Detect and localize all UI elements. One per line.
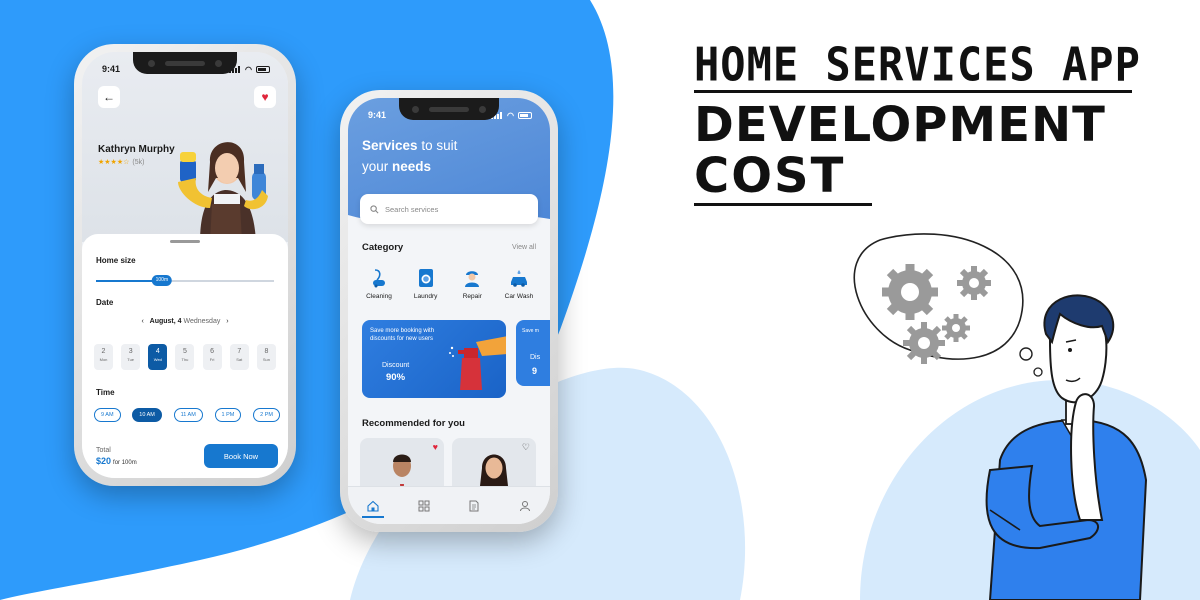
category-car-wash[interactable]: Car Wash [498,268,540,300]
booking-screen: 9:41 ◠ ← ♥ Kathryn Murphy ★★★★☆ (5k) Hom… [82,52,288,478]
time-chip-selected[interactable]: 10 AM [132,408,162,422]
day-picker: 2 Mon 3 Tue 4 Wed 5 Thu 6 Fri 7 Sat 8 Sun [94,344,276,370]
gear-icon [942,314,970,342]
time-chip[interactable]: 1 PM [214,408,242,422]
home-icon[interactable] [367,500,379,512]
bottom-tab-bar [348,486,550,524]
heading-line-1: HOME SERVICES APP [694,37,1141,92]
profile-icon[interactable] [519,500,531,512]
wifi-icon: ◠ [245,64,252,74]
time-picker: 9 AM 10 AM 11 AM 1 PM 2 PM [94,408,280,422]
booking-sheet: Home size 100m Date ‹ August, 4 Wednesda… [82,234,288,478]
thinking-man-illustration [853,233,1148,600]
promo-banner-secondary[interactable]: Save m Dis 9 [516,320,550,386]
cleaner-woman-photo [178,142,268,242]
gear-icon [882,264,938,320]
slider-thumb[interactable]: 100m [151,275,173,286]
day-chip[interactable]: 5 Thu [175,344,195,370]
washing-machine-icon [418,269,433,287]
wifi-icon: ◠ [507,110,514,120]
day-chip[interactable]: 3 Tue [121,344,141,370]
recommended-title: Recommended for you [362,418,465,429]
total-label: Total [96,447,111,454]
day-chip-selected[interactable]: 4 Wed [148,344,168,370]
heart-filled-icon[interactable]: ♥ [433,442,438,452]
date-label: Date [96,298,114,307]
day-chip[interactable]: 7 Sat [229,344,249,370]
category-repair[interactable]: Repair [451,268,493,300]
time-label: Time [96,388,115,397]
status-time: 9:41 [368,110,387,120]
phone-services-mockup: 9:41 ◠ Services to suit your needs Searc… [340,90,558,532]
services-screen: 9:41 ◠ Services to suit your needs Searc… [348,98,550,524]
active-tab-indicator [362,516,384,518]
spray-bottle-icon [449,336,506,390]
grid-icon[interactable] [418,500,430,512]
search-icon [370,204,379,213]
chevron-left-icon[interactable]: ‹ [141,318,143,325]
day-chip[interactable]: 2 Mon [94,344,113,370]
day-chip[interactable]: 6 Fri [202,344,222,370]
back-button[interactable]: ← [98,86,120,108]
category-laundry[interactable]: Laundry [405,268,447,300]
worker-hero: ← ♥ Kathryn Murphy ★★★★☆ (5k) [82,52,288,242]
time-chip[interactable]: 2 PM [253,408,280,422]
vacuum-icon [373,269,385,288]
heading-line-3: COST [694,148,846,204]
gear-icon [903,322,945,364]
phone-booking-mockup: 9:41 ◠ ← ♥ Kathryn Murphy ★★★★☆ (5k) Hom… [74,44,296,486]
heart-outline-icon[interactable]: ♡ [522,442,530,453]
date-navigator: ‹ August, 4 Wednesday › [82,318,288,325]
day-chip[interactable]: 8 Sun [256,344,276,370]
battery-icon [518,111,532,119]
car-wash-icon [510,270,527,287]
book-now-button[interactable]: Book Now [204,444,278,468]
services-headline: Services to suit your needs [362,138,458,174]
category-cleaning[interactable]: Cleaning [358,268,400,300]
battery-icon [256,65,270,73]
heading-line-2: DEVELOPMENT [694,97,1106,153]
category-title: Category [362,242,404,253]
page-heading: HOME SERVICES APP DEVELOPMENT COST [694,37,1141,206]
favorite-button[interactable]: ♥ [254,86,276,108]
search-input[interactable]: Search services [360,194,538,224]
date-value: August, 4 [149,318,182,325]
total-price: $20 for 100m [96,456,137,466]
gear-icon [957,266,991,300]
category-list: Cleaning Laundry Repair Car Wash [358,268,540,300]
promo-discount-value: 90% [386,372,406,383]
status-time: 9:41 [102,64,121,74]
arrow-left-icon: ← [103,90,115,104]
time-chip[interactable]: 9 AM [94,408,121,422]
heart-icon: ♥ [261,90,269,104]
home-size-label: Home size [96,256,136,265]
phone-notch [399,98,499,120]
date-weekday: Wednesday [183,318,221,325]
phone-notch [133,52,237,74]
chevron-right-icon[interactable]: › [226,318,228,325]
document-icon[interactable] [468,500,480,512]
view-all-link[interactable]: View all [512,244,536,251]
promo-discount-label: Discount [382,362,410,369]
search-placeholder: Search services [385,204,439,214]
home-size-slider[interactable]: 100m [96,275,274,286]
sheet-handle[interactable] [170,240,200,243]
time-chip[interactable]: 11 AM [173,408,203,422]
worker-name: Kathryn Murphy [98,144,175,155]
worker-rating: ★★★★☆ (5k) [98,159,145,166]
repairman-icon [465,271,480,287]
promo-banner[interactable]: Save more booking with discounts for new… [362,320,506,398]
